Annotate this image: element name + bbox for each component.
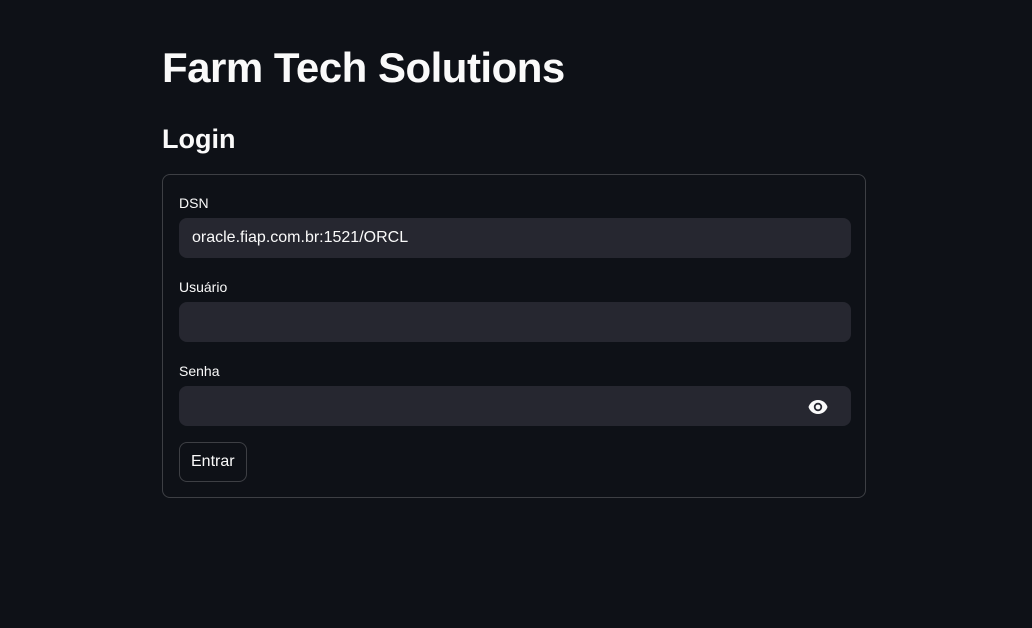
user-input[interactable]	[180, 303, 850, 341]
user-label: Usuário	[179, 279, 228, 295]
login-submit-button[interactable]: Entrar	[179, 442, 247, 482]
dsn-input[interactable]	[180, 219, 850, 257]
password-label: Senha	[179, 363, 220, 379]
user-field-container	[179, 302, 851, 342]
page-title: Farm Tech Solutions	[162, 44, 565, 91]
eye-icon[interactable]	[808, 399, 828, 415]
login-heading: Login	[162, 124, 236, 154]
dsn-label: DSN	[179, 195, 209, 211]
login-form: DSN Usuário Senha Entrar	[162, 174, 866, 498]
password-input[interactable]	[180, 387, 850, 425]
dsn-field-container	[179, 218, 851, 258]
password-field-container	[179, 386, 851, 426]
